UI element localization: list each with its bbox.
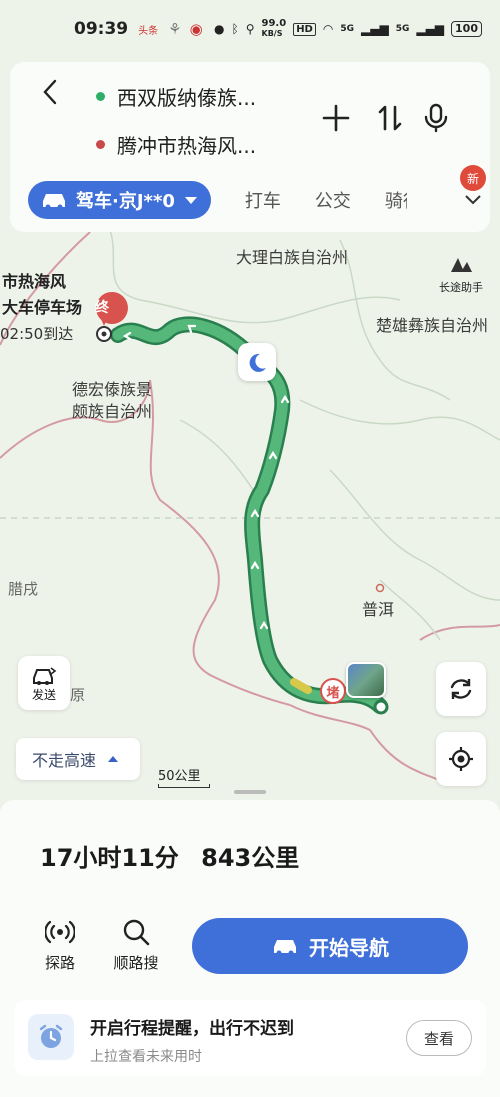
region-dehong-1: 德宏傣族景: [72, 380, 153, 399]
long-trip-icon: [451, 258, 472, 272]
scale-label: 50公里: [158, 769, 201, 784]
dest-label-line1: 市热海风: [2, 272, 67, 291]
region-partial: 原: [70, 686, 86, 704]
view-button[interactable]: 查看: [406, 1020, 472, 1056]
avoid-highway-label: 不走高速: [32, 751, 97, 770]
region-dehong-2: 颇族自治州: [72, 402, 153, 421]
moon-icon: [249, 353, 266, 372]
new-badge: 新: [460, 165, 486, 191]
dest-label-line2: 大车停车场: [2, 298, 83, 317]
hd-badge: HD: [293, 22, 316, 36]
locate-me-button[interactable]: [436, 732, 486, 786]
tab-drive-label: 驾车·京J**0: [76, 191, 175, 212]
swap-icon: [378, 105, 402, 131]
bluetooth-icon: ᛒ: [231, 22, 239, 36]
alarm-clock-icon: [28, 1014, 74, 1060]
add-waypoint-button[interactable]: [316, 98, 356, 138]
send-label: 发送: [31, 687, 56, 702]
dest-eta: 02:50到达: [0, 325, 74, 343]
car-icon: [43, 194, 65, 210]
dest-marker-label: 终: [95, 300, 109, 316]
voice-input-button[interactable]: [416, 98, 456, 138]
status-bar: 09:39 头条 ⚘ ◉ ● ᛒ ⚲ 99.0 KB/S HD ◠ 5G ▂▄▆…: [0, 0, 500, 58]
chevron-down-icon: [184, 196, 197, 204]
car-send-icon: [33, 666, 57, 685]
plus-icon: [322, 104, 350, 132]
long-trip-label: 长途助手: [439, 281, 483, 294]
tab-bike[interactable]: 骑行: [385, 187, 407, 213]
drop-icon: ●: [214, 22, 225, 36]
trip-reminder-card[interactable]: 开启行程提醒，出行不迟到 上拉查看未来用时 查看: [14, 1000, 486, 1076]
sheet-handle[interactable]: [234, 790, 266, 794]
signal-1: 5G: [340, 24, 354, 34]
car-icon: [274, 940, 296, 956]
wifi-icon: ◠: [322, 22, 334, 36]
net-speed-unit: KB/S: [261, 29, 283, 38]
explore-button[interactable]: 探路: [30, 918, 90, 973]
origin-dot-icon: [96, 92, 105, 101]
origin-photo-marker[interactable]: [346, 662, 386, 698]
route-summary: 17小时11分 843公里: [40, 838, 313, 873]
search-icon: [123, 919, 150, 946]
scale-bar: [158, 784, 210, 788]
origin-text: 西双版纳傣族...: [117, 86, 257, 110]
tab-drive[interactable]: 驾车·京J**0: [28, 181, 211, 219]
long-trip-assistant[interactable]: 长途助手: [432, 254, 490, 295]
along-search-button[interactable]: 顺路搜: [106, 918, 166, 973]
region-puer: 普洱: [362, 600, 395, 619]
avoid-highway-toggle[interactable]: 不走高速: [16, 738, 140, 780]
caret-up-icon: [108, 756, 119, 762]
along-search-label: 顺路搜: [113, 954, 159, 972]
radar-icon: [45, 920, 75, 944]
destination-dot-icon: [96, 140, 105, 149]
destination-text: 腾冲市热海风...: [117, 134, 257, 158]
congestion-marker[interactable]: 堵: [320, 678, 346, 704]
status-app-tag: 头条: [138, 25, 159, 37]
region-lashio: 腊戌: [8, 580, 39, 598]
swap-route-button[interactable]: [370, 98, 410, 138]
night-driving-marker[interactable]: [238, 343, 276, 381]
status-app-icon-1: ⚘: [168, 20, 182, 38]
signal-1-bars-icon: ▂▄▆: [361, 22, 389, 36]
send-to-car-button[interactable]: 发送: [18, 656, 70, 710]
refresh-route-button[interactable]: [436, 662, 486, 716]
refresh-icon: [450, 679, 472, 699]
locate-icon: [449, 747, 473, 771]
destination-field[interactable]: 腾冲市热海风...: [96, 130, 256, 159]
microphone-icon: [424, 103, 448, 133]
net-speed: 99.0 KB/S: [262, 19, 287, 39]
start-navigation-button[interactable]: 开始导航: [192, 918, 468, 974]
chevron-down-icon: [465, 195, 481, 205]
region-chuxiong: 楚雄彝族自治州: [376, 316, 489, 335]
net-speed-value: 99.0: [261, 18, 287, 29]
status-time: 09:39: [74, 19, 129, 39]
signal-2: 5G: [395, 24, 410, 34]
start-navigation-label: 开始导航: [309, 935, 389, 960]
chevron-left-icon: [43, 79, 57, 105]
tab-taxi[interactable]: 打车: [245, 187, 281, 213]
more-modes-button[interactable]: 新: [458, 165, 488, 215]
back-button[interactable]: [30, 72, 70, 112]
route-duration: 17小时11分: [40, 844, 179, 872]
route-summary-sheet[interactable]: 17小时11分 843公里 探路 顺路搜 开始导航 开启行程提醒，出行不迟到 上…: [0, 790, 500, 1097]
region-dali: 大理白族自治州: [236, 248, 349, 267]
origin-field[interactable]: 西双版纳傣族...: [96, 82, 256, 111]
tab-transit[interactable]: 公交: [315, 187, 351, 213]
location-icon: ⚲: [245, 22, 255, 36]
travel-mode-tabs: 驾车·京J**0 打车 公交 骑行 新: [28, 165, 488, 220]
reminder-subtitle: 上拉查看未来用时: [90, 1049, 202, 1065]
route-distance: 843公里: [201, 844, 300, 872]
reminder-title: 开启行程提醒，出行不迟到: [90, 1019, 294, 1039]
status-app-icon-2: ◉: [189, 20, 203, 38]
signal-2-bars-icon: ▂▄▆: [416, 22, 445, 36]
battery-indicator: 100: [451, 21, 482, 37]
explore-label: 探路: [44, 954, 75, 972]
route-panel: 西双版纳傣族... 腾冲市热海风... 驾车·京J**0 打车 公交 骑行 新: [10, 62, 490, 232]
